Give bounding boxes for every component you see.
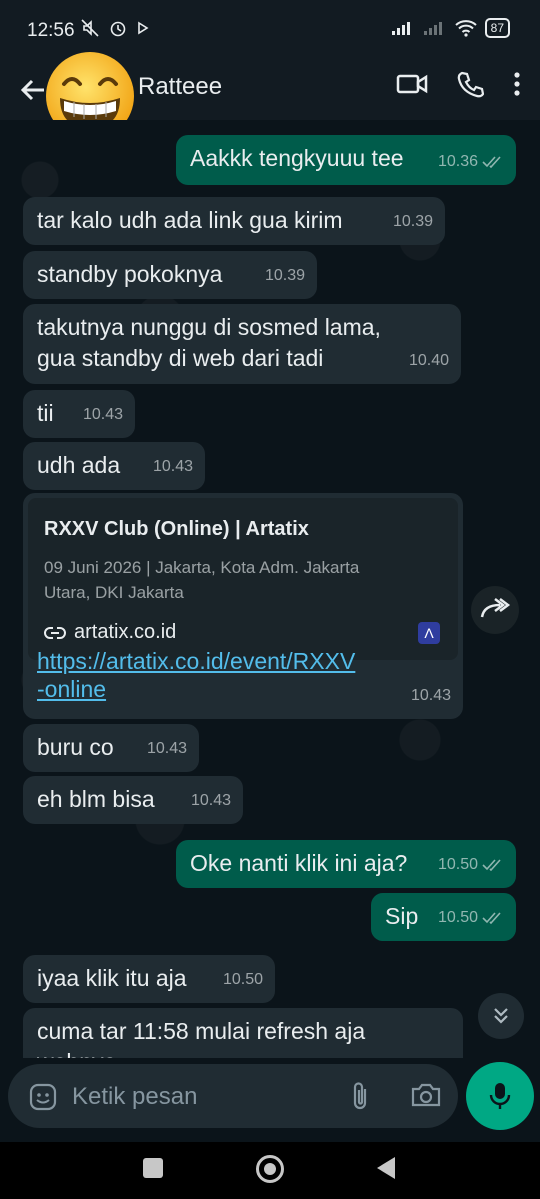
message-time: 10.50 (222, 971, 263, 988)
message-time: 10.43 (190, 792, 231, 809)
message-input[interactable]: Ketik pesan (72, 1083, 197, 1111)
link-description-line1: 09 Juni 2026 | Jakarta, Kota Adm. Jakart… (44, 558, 360, 577)
message-bubble[interactable]: tii 10.43 (23, 390, 135, 438)
double-chevron-down-icon (494, 1008, 508, 1024)
message-time: 10.43 (152, 458, 193, 475)
message-bubble[interactable]: buru co 10.43 (23, 724, 199, 772)
message-bubble[interactable]: cuma tar 11:58 mulai refresh aja webnya (23, 1008, 463, 1058)
message-text: tar kalo udh ada link gua kirim (37, 207, 343, 233)
message-meta: 10.50 (438, 849, 504, 880)
contact-name[interactable]: Ratteee (138, 73, 222, 101)
message-meta: 10.43 (411, 680, 451, 711)
message-text: Aakkk tengkyuuu tee (190, 145, 404, 171)
message-bubble[interactable]: takutnya nunggu di sosmed lama, gua stan… (23, 304, 461, 384)
message-time: 10.39 (264, 267, 305, 284)
alarm-icon (110, 21, 126, 37)
phone-icon[interactable] (456, 70, 484, 98)
chat-area[interactable]: Aakkk tengkyuuu tee 10.36 tar kalo udh a… (0, 120, 540, 1058)
system-back-icon[interactable] (377, 1157, 395, 1179)
message-time: 10.43 (146, 740, 187, 757)
more-icon[interactable] (512, 70, 522, 98)
link-domain: artatix.co.id (74, 621, 177, 643)
message-meta: 10.43 (83, 399, 123, 430)
message-meta: 10.50 (223, 964, 263, 995)
message-text-line2: gua standby di web dari tadi (37, 345, 324, 371)
double-check-icon (482, 911, 501, 924)
message-meta: 10.36 (438, 146, 504, 177)
message-bubble[interactable]: udh ada 10.43 (23, 442, 205, 490)
message-bubble[interactable]: Sip 10.50 (371, 893, 516, 941)
message-bubble[interactable]: standby pokoknya 10.39 (23, 251, 317, 299)
message-text: eh blm bisa (37, 786, 155, 812)
message-text: iyaa klik itu aja (37, 965, 187, 991)
message-time: 10.50 (437, 856, 478, 873)
sticker-emoji-icon[interactable] (28, 1082, 58, 1112)
link-message-bubble[interactable]: RXXV Club (Online) | Artatix 09 Juni 202… (23, 493, 463, 719)
message-bubble[interactable]: Aakkk tengkyuuu tee 10.36 (176, 135, 516, 185)
home-icon[interactable] (256, 1155, 284, 1183)
link-description-line2: Utara, DKI Jakarta (44, 583, 184, 602)
battery-icon: 87 (484, 18, 510, 38)
scroll-to-bottom-button[interactable] (478, 993, 524, 1039)
message-text: buru co (37, 734, 114, 760)
message-meta: 10.39 (265, 260, 305, 291)
message-time: 10.39 (392, 213, 433, 230)
message-bubble[interactable]: eh blm bisa 10.43 (23, 776, 243, 824)
message-time: 10.36 (437, 153, 478, 170)
url-line2[interactable]: -online (37, 675, 355, 703)
message-meta: 10.50 (438, 902, 504, 933)
message-text: Sip (385, 903, 419, 929)
message-meta: 10.39 (393, 206, 433, 237)
message-text: udh ada (37, 452, 121, 478)
message-input-pill[interactable]: Ketik pesan (8, 1064, 458, 1128)
status-time: 12:56 (27, 20, 75, 41)
message-text: standby pokoknya (37, 261, 223, 287)
status-icons-left (80, 18, 150, 38)
play-icon (138, 21, 149, 35)
chat-header: Ratteee (0, 52, 540, 140)
message-time: 10.50 (437, 909, 478, 926)
forward-icon[interactable] (470, 585, 520, 635)
signal-icon (391, 22, 410, 35)
link-description: 09 Juni 2026 | Jakarta, Kota Adm. Jakart… (44, 555, 442, 605)
message-text: cuma tar 11:58 mulai refresh aja (37, 1018, 366, 1044)
message-bubble[interactable]: Oke nanti klik ini aja? 10.50 (176, 840, 516, 888)
composer: Ketik pesan (0, 1058, 540, 1142)
message-time: 10.43 (410, 687, 451, 704)
message-bubble[interactable]: tar kalo udh ada link gua kirim 10.39 (23, 197, 445, 245)
system-nav-bar (0, 1142, 540, 1199)
link-domain-row: artatix.co.id (44, 617, 442, 648)
message-text-line2: webnya (37, 1047, 449, 1058)
message-meta: 10.43 (147, 733, 187, 764)
link-preview-card[interactable]: RXXV Club (Online) | Artatix 09 Juni 202… (28, 498, 458, 660)
message-url[interactable]: https://artatix.co.id/event/RXXV -online (37, 647, 355, 703)
url-line1[interactable]: https://artatix.co.id/event/RXXV (37, 647, 355, 675)
status-icons-right: 87 (391, 18, 510, 38)
mic-icon (489, 1083, 511, 1109)
message-bubble[interactable]: iyaa klik itu aja 10.50 (23, 955, 275, 1003)
wifi-icon (454, 20, 477, 37)
recents-icon[interactable] (143, 1158, 163, 1178)
mute-icon (81, 19, 99, 37)
video-call-icon[interactable] (396, 70, 428, 98)
message-time: 10.40 (408, 352, 449, 369)
header-actions (396, 70, 522, 98)
camera-icon[interactable] (410, 1080, 442, 1110)
message-meta: 10.43 (153, 451, 193, 482)
voice-record-button[interactable] (466, 1062, 534, 1130)
message-meta: 10.40 (409, 345, 449, 376)
link-icon (44, 626, 66, 639)
artatix-logo-icon: Λ (418, 622, 440, 644)
signal-icon (423, 22, 442, 35)
message-text: tii (37, 400, 54, 426)
attach-icon[interactable] (348, 1080, 372, 1112)
double-check-icon (482, 155, 501, 168)
message-text: takutnya nunggu di sosmed lama, (37, 314, 381, 340)
link-title: RXXV Club (Online) | Artatix (44, 518, 309, 540)
message-time: 10.43 (82, 406, 123, 423)
double-check-icon (482, 858, 501, 871)
message-meta: 10.43 (191, 785, 231, 816)
message-text: Oke nanti klik ini aja? (190, 850, 408, 876)
